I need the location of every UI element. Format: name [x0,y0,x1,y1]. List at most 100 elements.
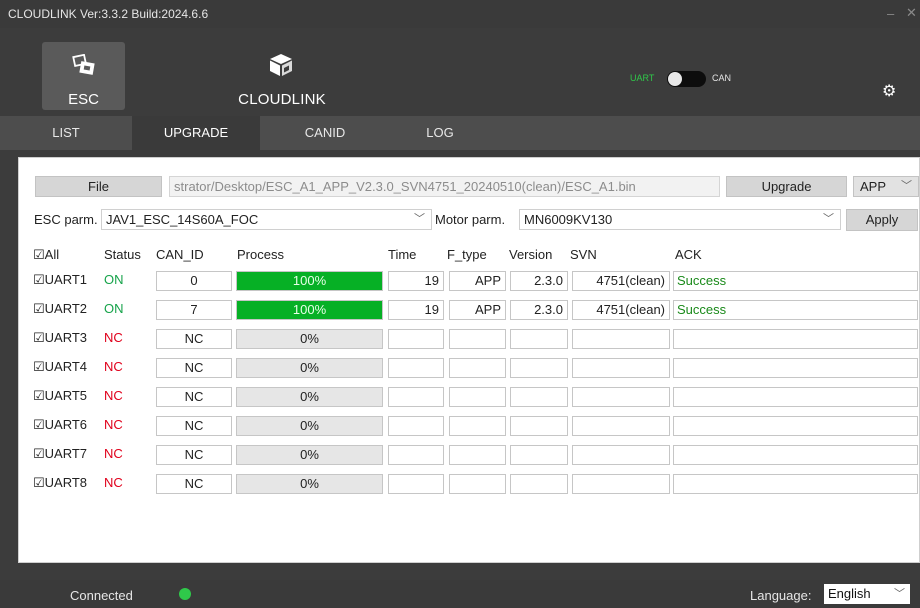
toggle-knob [668,72,682,86]
select-all-checkbox[interactable]: ☑All [33,247,59,263]
chevron-down-icon: ﹀ [823,213,834,225]
header-process: Process [237,247,284,262]
uart-checkbox[interactable]: ☑UART3 [33,330,87,346]
progress-bar: 0% [236,329,383,349]
title-bar: CLOUDLINK Ver:3.3.2 Build:2024.6.6 – ✕ [0,0,920,28]
uart-checkbox[interactable]: ☑UART5 [33,388,87,404]
tab-upgrade[interactable]: UPGRADE [132,116,260,150]
f-type-field [449,445,506,465]
esc-parm-select[interactable]: JAV1_ESC_14S60A_FOC ﹀ [101,209,432,230]
svn-field [572,358,670,378]
ack-field [673,416,918,436]
tab-canid[interactable]: CANID [260,116,390,150]
ack-field [673,474,918,494]
status-badge: NC [104,475,123,490]
uart-checkbox[interactable]: ☑UART7 [33,446,87,462]
progress-bar: 100% [236,271,383,291]
progress-text: 0% [300,418,319,433]
progress-bar: 0% [236,445,383,465]
file-path-field[interactable]: strator/Desktop/ESC_A1_APP_V2.3.0_SVN475… [169,176,720,197]
toggle-switch[interactable] [667,71,706,87]
time-field [388,445,444,465]
f-type-field [449,358,506,378]
tab-list[interactable]: LIST [0,116,132,150]
status-badge: NC [104,417,123,432]
progress-text: 100% [292,302,327,317]
ack-field [673,329,918,349]
window-title: CLOUDLINK Ver:3.3.2 Build:2024.6.6 [8,7,209,21]
version-field [510,387,568,407]
apply-button[interactable]: Apply [846,209,918,231]
can-id-field[interactable]: NC [156,445,232,465]
progress-bar: 0% [236,387,383,407]
progress-text: 0% [300,360,319,375]
tab-log[interactable]: LOG [390,116,490,150]
can-id-field[interactable]: NC [156,387,232,407]
f-type-field [449,387,506,407]
time-field [388,416,444,436]
time-field [388,387,444,407]
uart-checkbox[interactable]: ☑UART2 [33,301,87,317]
progress-text: 0% [300,389,319,404]
uart-checkbox[interactable]: ☑UART1 [33,272,87,288]
status-badge: ON [104,301,124,316]
language-value: English [828,586,871,601]
header-status: Status [104,247,141,262]
motor-parm-value: MN6009KV130 [524,212,613,227]
upgrade-panel: File strator/Desktop/ESC_A1_APP_V2.3.0_S… [18,157,920,563]
connection-status: Connected [70,588,133,603]
svn-field [572,474,670,494]
version-field [510,445,568,465]
ack-field [673,387,918,407]
status-badge: NC [104,330,123,345]
gear-icon[interactable]: ⚙ [882,81,896,101]
ack-field: Success [673,271,918,291]
version-field [510,358,568,378]
language-select[interactable]: English ﹀ [824,584,910,604]
time-field [388,358,444,378]
can-id-field[interactable]: NC [156,416,232,436]
can-id-field[interactable]: 0 [156,271,232,291]
esc-label: ESC [68,91,99,108]
ack-field [673,445,918,465]
can-id-field[interactable]: NC [156,329,232,349]
esc-parm-value: JAV1_ESC_14S60A_FOC [106,212,259,227]
toggle-uart-label: UART [630,73,655,83]
firmware-type-select[interactable]: APP ﹀ [853,176,919,197]
svn-field [572,445,670,465]
uart-checkbox[interactable]: ☑UART4 [33,359,87,375]
svn-field [572,329,670,349]
cloudlink-nav-button[interactable]: CLOUDLINK [226,42,338,110]
f-type-field: APP [449,300,506,320]
file-button[interactable]: File [35,176,162,197]
chevron-down-icon: ﹀ [894,588,905,600]
time-field: 19 [388,300,444,320]
version-field: 2.3.0 [510,271,568,291]
header-can-id: CAN_ID [156,247,204,262]
chevron-down-icon: ﹀ [901,180,912,192]
uart-checkbox[interactable]: ☑UART6 [33,417,87,433]
chevron-down-icon: ﹀ [414,213,425,225]
upgrade-button[interactable]: Upgrade [726,176,847,197]
esc-nav-button[interactable]: ESC [42,42,125,110]
uart-checkbox[interactable]: ☑UART8 [33,475,87,491]
progress-text: 0% [300,476,319,491]
status-badge: NC [104,359,123,374]
f-type-field [449,416,506,436]
can-id-field[interactable]: NC [156,358,232,378]
progress-bar: 0% [236,416,383,436]
header-f-type: F_type [447,247,487,262]
can-id-field[interactable]: NC [156,474,232,494]
f-type-field: APP [449,271,506,291]
f-type-field [449,329,506,349]
f-type-field [449,474,506,494]
progress-bar: 0% [236,358,383,378]
progress-text: 0% [300,447,319,462]
minimize-button[interactable]: – [887,6,894,21]
time-field: 19 [388,271,444,291]
motor-parm-select[interactable]: MN6009KV130 ﹀ [519,209,841,230]
can-id-field[interactable]: 7 [156,300,232,320]
close-button[interactable]: ✕ [906,5,917,21]
motor-parm-label: Motor parm. [435,212,506,227]
time-field [388,329,444,349]
